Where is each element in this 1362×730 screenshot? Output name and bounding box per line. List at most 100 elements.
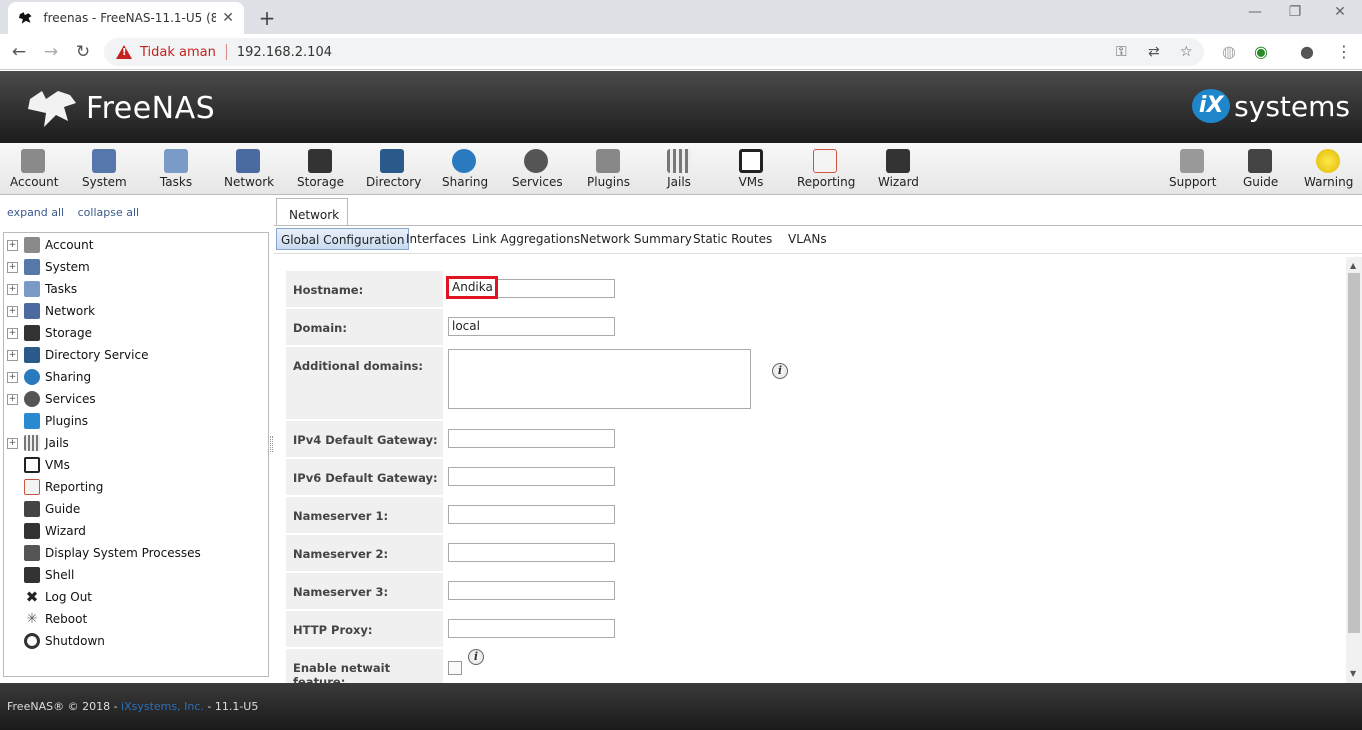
tree-item-vms[interactable]: VMs — [4, 455, 70, 475]
tree-item-plugins[interactable]: Plugins — [4, 411, 88, 431]
toolbar-guide[interactable]: Guide — [1243, 149, 1278, 189]
collapse-all-link[interactable]: collapse all — [78, 206, 139, 219]
window-close-button[interactable]: ✕ — [1320, 4, 1360, 20]
scroll-up-icon[interactable]: ▲ — [1350, 261, 1356, 270]
expand-icon[interactable]: + — [7, 437, 18, 449]
toolbar-label: Account — [10, 175, 59, 189]
browser-tab[interactable]: freenas - FreeNAS-11.1-U5 (8e2a ✕ — [8, 2, 244, 34]
address-bar[interactable]: ! Tidak aman 192.168.2.104 ⚿ ⇄ ☆ — [104, 38, 1204, 66]
directory-icon — [380, 149, 404, 173]
ixsystems-logo[interactable]: iX systems — [1192, 89, 1350, 123]
browser-menu-icon[interactable]: ⋮ — [1336, 42, 1352, 61]
browser-toolbar: ← → ↻ ! Tidak aman 192.168.2.104 ⚿ ⇄ ☆ ◍… — [0, 34, 1362, 70]
toolbar-sharing[interactable]: Sharing — [442, 149, 488, 189]
toolbar-tasks[interactable]: Tasks — [158, 149, 194, 189]
subtab-interfaces[interactable]: Interfaces — [402, 228, 470, 250]
toolbar-plugins[interactable]: Plugins — [587, 149, 630, 189]
additional-domains-textarea[interactable] — [448, 349, 751, 409]
tree-item-display-system-processes[interactable]: Display System Processes — [4, 543, 201, 563]
netwait-checkbox[interactable] — [448, 661, 462, 675]
toolbar-account[interactable]: Account — [10, 149, 59, 189]
toolbar-network[interactable]: Network — [224, 149, 274, 189]
tree-item-sharing[interactable]: + Sharing — [4, 367, 91, 387]
wizard-icon — [886, 149, 910, 173]
expand-icon[interactable]: + — [7, 349, 18, 361]
hostname-row: Hostname: Andika — [286, 271, 756, 307]
toolbar-vms[interactable]: VMs — [737, 149, 765, 189]
toolbar-system[interactable]: System — [82, 149, 127, 189]
expand-icon[interactable]: + — [7, 305, 18, 317]
subtab-static-routes[interactable]: Static Routes — [689, 228, 776, 250]
ipv6-gateway-input[interactable] — [448, 467, 615, 486]
tab-network[interactable]: Network — [276, 198, 348, 226]
toolbar-warning[interactable]: Warning — [1304, 149, 1353, 189]
expand-all-link[interactable]: expand all — [7, 206, 64, 219]
tree-item-storage[interactable]: + Storage — [4, 323, 92, 343]
nameserver1-input[interactable] — [448, 505, 615, 524]
security-status[interactable]: Tidak aman — [140, 45, 216, 60]
nameserver3-input[interactable] — [448, 581, 615, 600]
extension-globe-icon[interactable]: ◍ — [1222, 42, 1236, 61]
tree-item-guide[interactable]: Guide — [4, 499, 80, 519]
footer-ixsystems-link[interactable]: iXsystems, Inc. — [121, 700, 204, 713]
toolbar-support[interactable]: Support — [1169, 149, 1216, 189]
tree-item-log-out[interactable]: ✖ Log Out — [4, 587, 92, 607]
tree-item-reboot[interactable]: ✳ Reboot — [4, 609, 87, 629]
toolbar-storage[interactable]: Storage — [297, 149, 344, 189]
scrollbar-thumb[interactable] — [1348, 273, 1360, 633]
tree-item-account[interactable]: + Account — [4, 235, 93, 255]
tree-item-network[interactable]: + Network — [4, 301, 95, 321]
content-scrollbar[interactable]: ▲ ▼ — [1346, 257, 1362, 683]
toolbar-directory[interactable]: Directory — [366, 149, 421, 189]
tree-item-system[interactable]: + System — [4, 257, 90, 277]
toolbar-services[interactable]: Services — [512, 149, 563, 189]
info-icon[interactable]: i — [468, 649, 484, 665]
subtab-link-aggregations[interactable]: Link Aggregations — [468, 228, 584, 250]
http-proxy-input[interactable] — [448, 619, 615, 638]
ipv4-gateway-input[interactable] — [448, 429, 615, 448]
back-icon[interactable]: ← — [8, 41, 30, 63]
tree-item-wizard[interactable]: Wizard — [4, 521, 86, 541]
freenas-logo[interactable]: FreeNAS — [24, 85, 215, 131]
tree-item-jails[interactable]: + Jails — [4, 433, 69, 453]
tree-item-shell[interactable]: Shell — [4, 565, 74, 585]
nameserver2-input[interactable] — [448, 543, 615, 562]
profile-icon[interactable]: ● — [1300, 42, 1314, 61]
pane-splitter[interactable] — [270, 436, 273, 452]
key-icon[interactable]: ⚿ — [1116, 44, 1127, 60]
toolbar-wizard[interactable]: Wizard — [878, 149, 919, 189]
extension-earth-icon[interactable]: ◉ — [1254, 42, 1268, 61]
restore-button[interactable]: ❐ — [1275, 4, 1315, 20]
tree-item-shutdown[interactable]: Shutdown — [4, 631, 105, 651]
expand-icon[interactable]: + — [7, 327, 18, 339]
tab-close-icon[interactable]: ✕ — [222, 10, 234, 26]
expand-icon[interactable]: + — [7, 261, 18, 273]
tree-item-tasks[interactable]: + Tasks — [4, 279, 77, 299]
nameserver1-label: Nameserver 1: — [286, 497, 443, 533]
new-tab-button[interactable]: + — [256, 6, 278, 30]
info-icon[interactable]: i — [772, 363, 788, 379]
subtab-global-configuration[interactable]: Global Configuration — [276, 228, 410, 250]
tree-item-directory-service[interactable]: + Directory Service — [4, 345, 148, 365]
subtab-network-summary[interactable]: Network Summary — [576, 228, 696, 250]
scroll-down-icon[interactable]: ▼ — [1350, 669, 1356, 678]
bookmark-star-icon[interactable]: ☆ — [1180, 44, 1193, 60]
expand-icon[interactable]: + — [7, 371, 18, 383]
domain-label: Domain: — [286, 309, 443, 345]
minimize-button[interactable]: — — [1235, 4, 1275, 20]
toolbar-jails[interactable]: Jails — [664, 149, 694, 189]
tree-item-reporting[interactable]: Reporting — [4, 477, 103, 497]
forward-icon[interactable]: → — [40, 41, 62, 63]
ipv6-gateway-label: IPv6 Default Gateway: — [286, 459, 443, 495]
expand-icon[interactable]: + — [7, 393, 18, 405]
hostname-value[interactable]: Andika — [446, 276, 498, 299]
reload-icon[interactable]: ↻ — [72, 41, 94, 63]
expand-icon[interactable]: + — [7, 283, 18, 295]
translate-icon[interactable]: ⇄ — [1148, 44, 1160, 60]
url-text[interactable]: 192.168.2.104 — [237, 45, 332, 60]
domain-input[interactable]: local — [448, 317, 615, 336]
subtab-vlans[interactable]: VLANs — [784, 228, 831, 250]
expand-icon[interactable]: + — [7, 239, 18, 251]
tree-item-services[interactable]: + Services — [4, 389, 96, 409]
toolbar-reporting[interactable]: Reporting — [797, 149, 855, 189]
